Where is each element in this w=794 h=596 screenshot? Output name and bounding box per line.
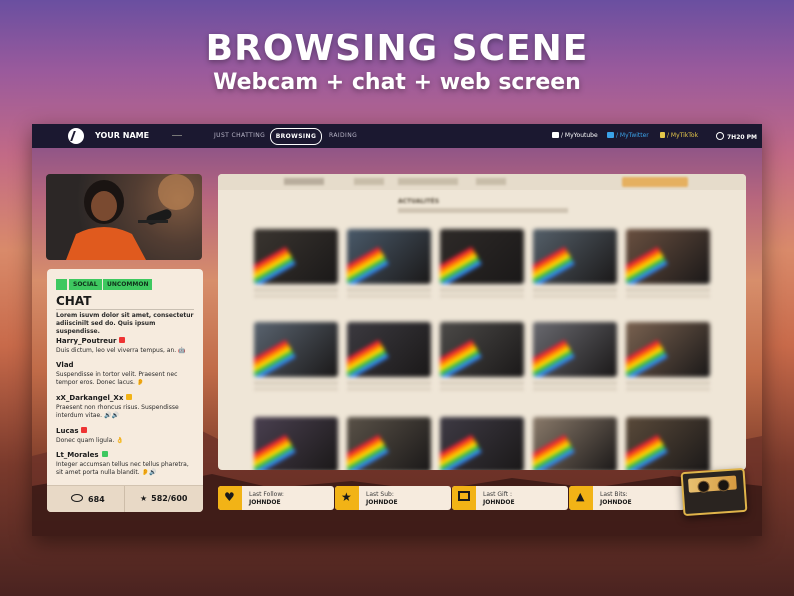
article-caption: [347, 381, 431, 391]
article-thumbnail[interactable]: [533, 322, 617, 377]
article-caption: [626, 381, 710, 391]
article-thumbnail[interactable]: [626, 417, 710, 470]
clock-time: 7H20 PM: [716, 132, 757, 141]
follower-goal: ★ 582/600: [140, 494, 188, 503]
article-thumbnail[interactable]: [626, 229, 710, 284]
divider: [56, 309, 194, 310]
badge-icon: [81, 427, 88, 433]
divider: [124, 486, 125, 512]
alert-last-sub: ★ Last Sub: JOHNDOE: [335, 486, 451, 510]
chat-user: Lucas: [56, 427, 88, 435]
article-thumbnail[interactable]: [533, 417, 617, 470]
article-thumbnail[interactable]: [440, 322, 524, 377]
chat-title: CHAT: [56, 294, 92, 308]
chat-message: Donec quam ligula. 👌: [56, 437, 124, 444]
social-tiktok[interactable]: / MyTikTok: [660, 132, 698, 139]
article-thumbnail[interactable]: [533, 229, 617, 284]
divider: [172, 135, 182, 136]
browser-navbar: [218, 174, 746, 190]
article-thumbnail[interactable]: [254, 229, 338, 284]
chat-user: xX_Darkangel_Xx: [56, 394, 133, 402]
chat-bubble-icon: [56, 279, 67, 290]
webcam-feed: [46, 174, 202, 260]
article-thumbnail[interactable]: [626, 322, 710, 377]
article-caption: [254, 381, 338, 391]
chat-user: Lt_Morales: [56, 451, 108, 459]
nav-browsing[interactable]: BROWSING: [270, 128, 322, 145]
article-thumbnail[interactable]: [347, 322, 431, 377]
youtube-icon: [552, 132, 559, 138]
nav-just-chatting[interactable]: JUST CHATTING: [214, 132, 265, 139]
heart-icon: ♥: [224, 490, 235, 504]
cassette-icon: [680, 467, 748, 517]
chat-message: Integer accumsan tellus nec tellus phare…: [56, 461, 189, 476]
chat-message: Praesent non rhoncus risus. Suspendisse …: [56, 404, 179, 419]
chat-panel: SOCIAL UNCOMMON CHAT Lorem isuvm dolor s…: [47, 269, 203, 512]
badge-icon: [126, 394, 133, 400]
social-twitter[interactable]: / MyTwitter: [607, 132, 649, 139]
article-thumbnail[interactable]: [347, 417, 431, 470]
chat-intro: Lorem isuvm dolor sit amet, consectetur …: [56, 312, 194, 335]
gift-icon: [458, 491, 470, 501]
article-caption: [440, 381, 524, 391]
streamer-name: YOUR NAME: [95, 131, 150, 140]
hero-subtitle: Webcam + chat + web screen: [213, 70, 581, 95]
stream-overlay-frame: YOUR NAME JUST CHATTING BROWSING RAIDING…: [32, 124, 762, 536]
section-heading: ACTUALITÉS: [398, 198, 440, 205]
bits-icon: ▲: [576, 490, 585, 503]
article-caption: [254, 288, 338, 298]
article-caption: [347, 288, 431, 298]
article-thumbnail[interactable]: [440, 229, 524, 284]
badge-icon: [119, 337, 126, 343]
article-thumbnail[interactable]: [254, 417, 338, 470]
article-thumbnail[interactable]: [254, 322, 338, 377]
top-bar: YOUR NAME JUST CHATTING BROWSING RAIDING…: [32, 124, 762, 148]
stats-bar: 684 ★ 582/600: [47, 485, 203, 512]
eye-icon: [71, 494, 83, 502]
webcam-person: [46, 174, 202, 260]
chat-message: Suspendisse in tortor velit. Praesent ne…: [56, 371, 178, 386]
article-thumbnail[interactable]: [347, 229, 431, 284]
browser-cta-button[interactable]: [622, 177, 688, 187]
alert-last-follow: ♥ Last Follow: JOHNDOE: [218, 486, 334, 510]
hero-title: BROWSING SCENE: [205, 28, 589, 69]
article-caption: [533, 381, 617, 391]
chat-user: Vlad: [56, 361, 74, 369]
article-thumbnail[interactable]: [440, 417, 524, 470]
twitter-icon: [607, 132, 614, 138]
star-icon: ★: [140, 494, 148, 503]
section-subheading: [398, 208, 568, 213]
tag-social: SOCIAL: [69, 279, 102, 290]
alert-last-gift: Last Gift : JOHNDOE: [452, 486, 568, 510]
clock-icon: [716, 132, 724, 140]
web-screen[interactable]: ACTUALITÉS: [218, 174, 746, 470]
tag-uncommon: UNCOMMON: [103, 279, 153, 290]
article-caption: [533, 288, 617, 298]
article-caption: [626, 288, 710, 298]
chat-message: Duis dictum, leo vel viverra tempus, an.…: [56, 347, 186, 354]
social-youtube[interactable]: / MyYoutube: [552, 132, 598, 139]
chat-user: Harry_Poutreur: [56, 337, 126, 345]
viewer-count: 684: [71, 494, 105, 504]
badge-icon: [101, 451, 108, 457]
nav-raiding[interactable]: RAIDING: [329, 132, 357, 139]
alert-last-bits: ▲ Last Bits: JOHNDOE: [569, 486, 685, 510]
logo-icon: [68, 128, 84, 144]
tiktok-icon: [660, 132, 665, 138]
star-icon: ★: [341, 490, 352, 504]
article-caption: [440, 288, 524, 298]
